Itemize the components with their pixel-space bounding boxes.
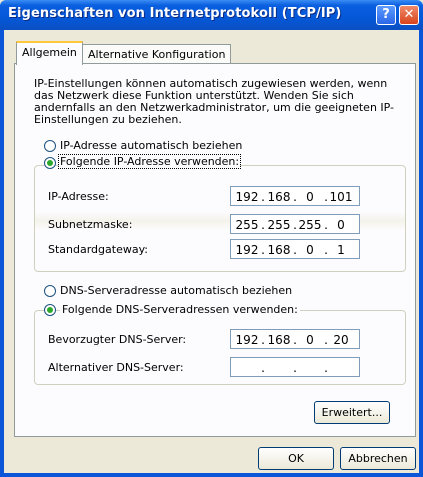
tab-label: Allgemein	[22, 46, 77, 59]
window-border-bottom	[0, 473, 423, 477]
ip-address-field[interactable]: 192. 168. 0. 101	[230, 186, 360, 206]
ip-octet: 255	[267, 218, 291, 232]
ip-dot: .	[324, 243, 328, 257]
description-text: IP-Einstellungen können automatisch zuge…	[34, 77, 395, 126]
label-ip-address: IP-Adresse:	[48, 190, 109, 203]
ip-octet: 255	[298, 218, 322, 232]
ip-dot: .	[261, 190, 265, 204]
ip-dot: .	[324, 190, 328, 204]
ip-octet: 168	[267, 190, 291, 204]
tab-label: Alternative Konfiguration	[88, 48, 226, 61]
radio-ip-auto[interactable]	[44, 140, 56, 152]
ip-dot: .	[324, 333, 328, 347]
dialog-window: Eigenschaften von Internetprotokoll (TCP…	[0, 0, 423, 477]
ip-dot: .	[293, 243, 297, 257]
ip-octet: 0	[306, 243, 314, 257]
ip-dot: .	[324, 218, 328, 232]
label-alternate-dns: Alternativer DNS-Server:	[48, 361, 184, 374]
radio-dns-manual[interactable]	[44, 304, 56, 316]
title-bar[interactable]: Eigenschaften von Internetprotokoll (TCP…	[0, 0, 423, 30]
ip-octet: 255	[235, 218, 259, 232]
window-title: Eigenschaften von Internetprotokoll (TCP…	[8, 6, 342, 21]
preferred-dns-field[interactable]: 192. 168. 0. 20	[230, 329, 360, 349]
ip-octet: 0	[337, 218, 345, 232]
ip-octet: 168	[267, 243, 291, 257]
ip-dot: .	[293, 361, 297, 375]
ip-dot: .	[324, 361, 328, 375]
window-border-right	[419, 30, 423, 477]
ip-octet: 20	[333, 333, 349, 347]
ip-octet: 192	[235, 190, 259, 204]
ip-octet: 168	[267, 333, 291, 347]
ip-dot: .	[293, 333, 297, 347]
alternate-dns-field[interactable]: . . .	[230, 357, 360, 377]
help-icon: ?	[382, 7, 390, 22]
ip-dot: .	[261, 361, 265, 375]
ip-octet: 101	[329, 190, 353, 204]
ip-dot: .	[261, 218, 265, 232]
ok-button[interactable]: OK	[258, 447, 334, 470]
close-icon: ✕	[403, 7, 415, 22]
label-dns-auto[interactable]: DNS-Serveradresse automatisch beziehen	[60, 284, 292, 297]
ip-dot: .	[293, 218, 297, 232]
default-gateway-field[interactable]: 192. 168. 0. 1	[230, 239, 360, 259]
radio-dns-auto[interactable]	[44, 285, 56, 297]
ip-dot: .	[293, 190, 297, 204]
tab-alternative-konfiguration[interactable]: Alternative Konfiguration	[82, 44, 232, 64]
close-button[interactable]: ✕	[399, 5, 419, 25]
ip-octet: 192	[235, 243, 259, 257]
ip-octet: 0	[306, 190, 314, 204]
label-default-gateway: Standardgateway:	[48, 243, 148, 256]
ip-octet: 192	[235, 333, 259, 347]
radio-ip-manual[interactable]	[44, 157, 56, 169]
cancel-button[interactable]: Abbrechen	[340, 447, 416, 470]
label-ip-manual[interactable]: Folgende IP-Adresse verwenden:	[57, 154, 242, 169]
help-button[interactable]: ?	[376, 5, 396, 25]
advanced-button[interactable]: Erweitert...	[314, 401, 390, 424]
label-subnet-mask: Subnetzmaske:	[48, 218, 133, 231]
ip-octet: 1	[337, 243, 345, 257]
subnet-mask-field[interactable]: 255. 255. 255. 0	[230, 214, 360, 234]
ip-dot: .	[261, 243, 265, 257]
label-preferred-dns: Bevorzugter DNS-Server:	[48, 333, 187, 346]
ip-octet: 0	[306, 333, 314, 347]
ip-dot: .	[261, 333, 265, 347]
label-dns-manual[interactable]: Folgende DNS-Serveradressen verwenden:	[60, 303, 300, 316]
tab-allgemein[interactable]: Allgemein	[16, 41, 83, 65]
label-ip-auto[interactable]: IP-Adresse automatisch beziehen	[60, 139, 242, 152]
window-border-left	[0, 30, 4, 477]
